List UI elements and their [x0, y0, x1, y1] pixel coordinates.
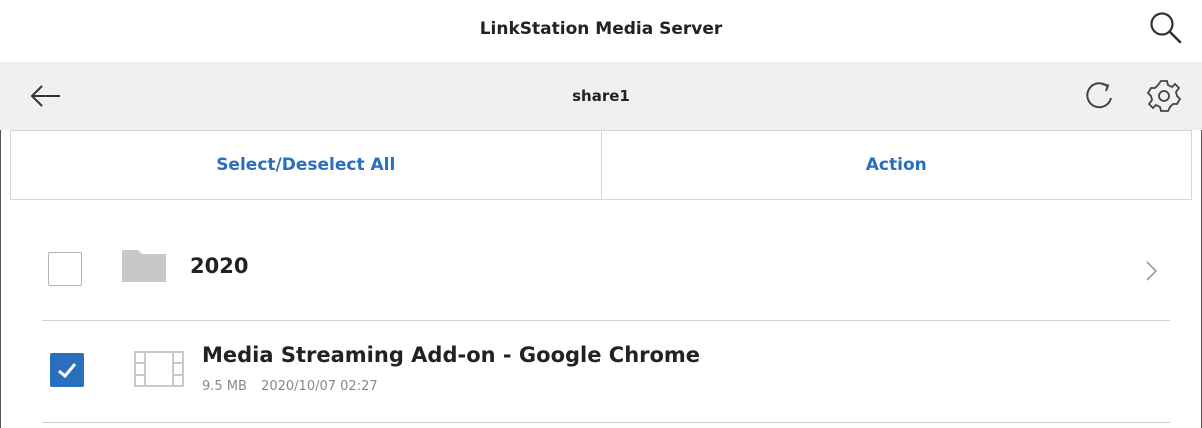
file-name: Media Streaming Add-on - Google Chrome: [202, 343, 701, 367]
action-button[interactable]: Action: [600, 131, 1192, 199]
list-item-file[interactable]: Media Streaming Add-on - Google Chrome 9…: [42, 321, 1170, 423]
folder-icon: [122, 250, 166, 282]
file-date: 2020/10/07 02:27: [261, 379, 378, 394]
select-deselect-all-button[interactable]: Select/Deselect All: [11, 131, 601, 199]
search-button[interactable]: [1144, 6, 1188, 50]
checkmark-icon: [58, 363, 77, 379]
settings-button[interactable]: [1142, 74, 1186, 118]
folder-name: 2020: [190, 254, 249, 278]
app-title: LinkStation Media Server: [479, 19, 723, 39]
film-icon: [134, 351, 184, 387]
list-item-folder[interactable]: 2020: [42, 222, 1170, 321]
navigation-bar: share1: [0, 62, 1202, 130]
search-icon: [1150, 12, 1182, 44]
title-bar: LinkStation Media Server: [0, 0, 1202, 62]
gear-icon: [1146, 80, 1182, 112]
item-checkbox[interactable]: [48, 252, 82, 286]
action-toolbar: Select/Deselect All Action: [10, 130, 1192, 200]
file-meta: 9.5 MB 2020/10/07 02:27: [202, 379, 378, 394]
chevron-right-icon[interactable]: [1144, 258, 1160, 284]
refresh-icon: [1086, 82, 1112, 109]
file-size: 9.5 MB: [202, 379, 247, 394]
current-folder-name: share1: [572, 87, 630, 105]
item-checkbox-checked[interactable]: [50, 353, 84, 387]
refresh-button[interactable]: [1080, 76, 1120, 116]
